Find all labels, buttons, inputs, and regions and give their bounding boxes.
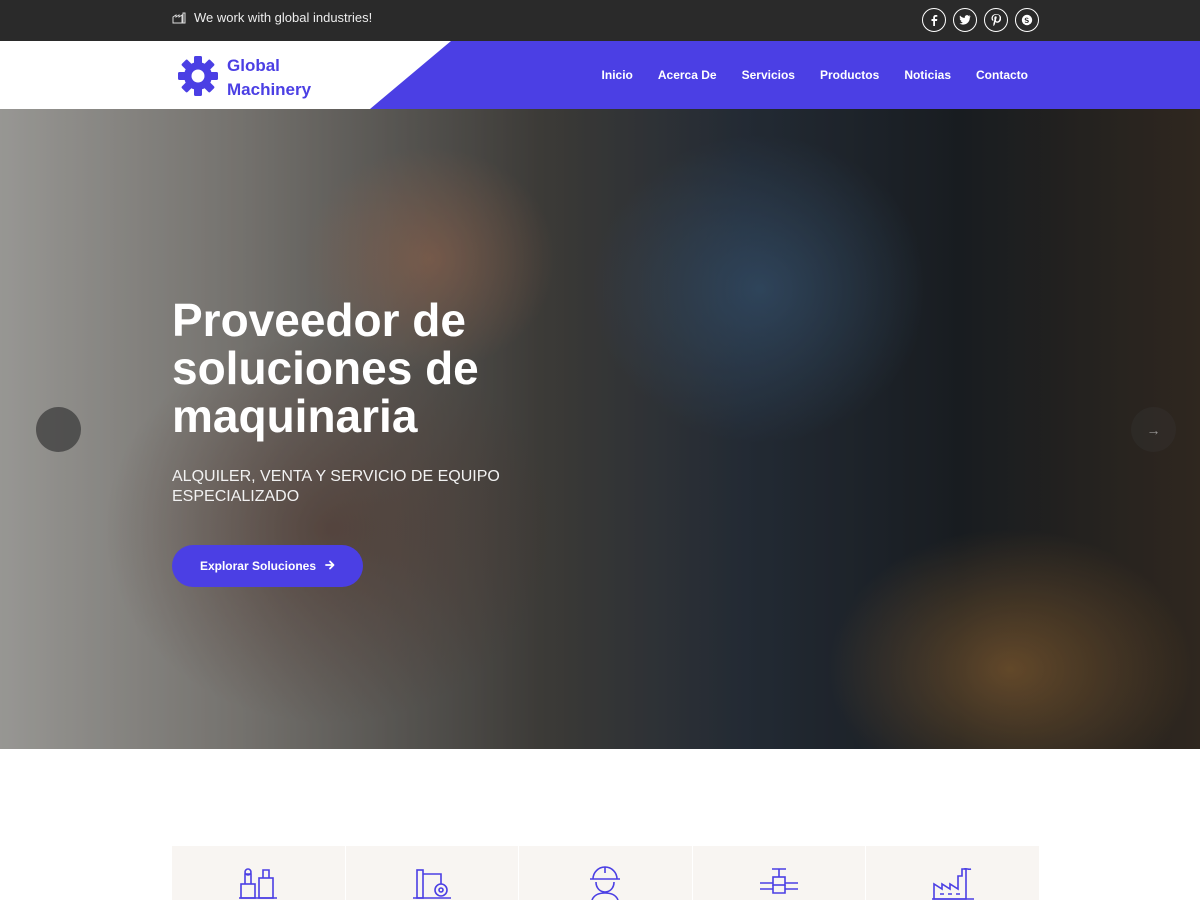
- top-bar: We work with global industries!: [0, 0, 1200, 41]
- hero-title: Proveedor de soluciones de maquinaria: [172, 294, 479, 442]
- service-card[interactable]: [692, 846, 867, 900]
- tagline-text: We work with global industries!: [194, 10, 373, 25]
- pinterest-icon[interactable]: [984, 8, 1008, 32]
- robot-arm-icon: [412, 869, 451, 899]
- hero-slider: Proveedor de soluciones de maquinaria AL…: [0, 109, 1200, 749]
- site-header: Global Machinery Inicio Acerca De Servic…: [0, 41, 1200, 109]
- explore-solutions-button[interactable]: Explorar Soluciones: [172, 545, 363, 587]
- nav-noticias[interactable]: Noticias: [904, 68, 951, 82]
- service-card[interactable]: [866, 846, 1039, 900]
- facebook-icon[interactable]: [922, 8, 946, 32]
- slider-prev-button[interactable]: [36, 407, 81, 452]
- service-card[interactable]: [172, 846, 346, 900]
- top-tagline: We work with global industries!: [172, 10, 372, 25]
- skype-icon[interactable]: [1015, 8, 1039, 32]
- factory-icon: [931, 867, 974, 900]
- nav-servicios[interactable]: Servicios: [742, 68, 795, 82]
- industry-icon: [172, 12, 186, 24]
- logo-line-1: Global: [227, 56, 280, 75]
- site-logo[interactable]: Global Machinery: [178, 54, 311, 102]
- gear-icon: [178, 55, 218, 101]
- valve-pipe-icon: [760, 868, 799, 894]
- services-strip: [172, 846, 1039, 900]
- hero-subtitle: ALQUILER, VENTA Y SERVICIO DE EQUIPO ESP…: [172, 468, 500, 505]
- nav-acerca-de[interactable]: Acerca De: [658, 68, 717, 82]
- nav-contacto[interactable]: Contacto: [976, 68, 1028, 82]
- logo-text: Global Machinery: [227, 54, 311, 102]
- service-card[interactable]: [345, 846, 520, 900]
- service-card[interactable]: [519, 846, 693, 900]
- twitter-icon[interactable]: [953, 8, 977, 32]
- nav-productos[interactable]: Productos: [820, 68, 879, 82]
- next-arrow-icon: →: [1146, 421, 1161, 438]
- logo-line-2: Machinery: [227, 80, 312, 99]
- main-nav: Inicio Acerca De Servicios Productos Not…: [602, 41, 1028, 109]
- machinery-icon: [239, 868, 278, 899]
- button-label: Explorar Soluciones: [199, 559, 317, 573]
- worker-helmet-icon: [590, 866, 621, 900]
- slider-next-button[interactable]: →: [1131, 407, 1176, 452]
- nav-inicio[interactable]: Inicio: [602, 68, 633, 82]
- arrow-right-icon: [325, 559, 335, 573]
- social-links: [922, 8, 1039, 32]
